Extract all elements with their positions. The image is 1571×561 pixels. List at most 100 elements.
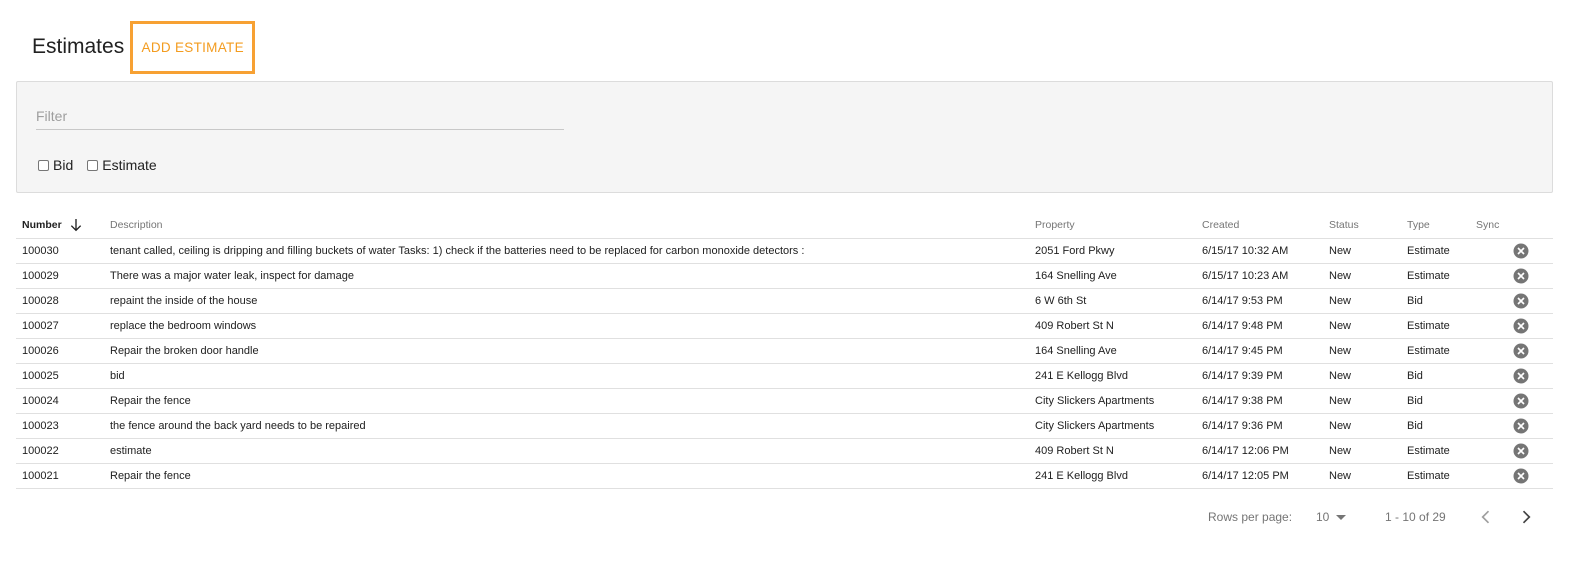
cell-number: 100026 [16,338,110,364]
cell-type: Bid [1407,413,1476,439]
table-row[interactable]: 100022 estimate 409 Robert St N 6/14/17 12:… [16,438,1553,464]
cell-status: New [1329,288,1407,314]
cell-description: repaint the inside of the house [110,288,1035,314]
table-row[interactable]: 100024 Repair the fence City Slickers Apar… [16,388,1553,414]
column-header-number[interactable]: Number [16,212,110,239]
cell-description: bid [110,363,1035,389]
previous-page-button[interactable] [1474,505,1498,529]
cell-description: Repair the broken door handle [110,338,1035,364]
table-row[interactable]: 100030 tenant called, ceiling is dripping… [16,238,1553,264]
cancel-circle-icon[interactable] [1512,367,1530,385]
type-filter-checkboxes: Bid Estimate [38,157,171,173]
cell-number: 100021 [16,463,110,489]
cell-description: tenant called, ceiling is dripping and f… [110,238,1035,264]
cell-created: 6/15/17 10:32 AM [1202,238,1329,264]
rows-per-page-select[interactable]: 10 [1316,505,1347,529]
cell-status: New [1329,438,1407,464]
cell-type: Estimate [1407,313,1476,339]
cell-sync [1476,438,1553,464]
cell-status: New [1329,413,1407,439]
cell-description: replace the bedroom windows [110,313,1035,339]
cell-number: 100024 [16,388,110,414]
add-estimate-button[interactable]: ADD ESTIMATE [130,20,256,74]
cell-status: New [1329,388,1407,414]
pagination-range: 1 - 10 of 29 [1385,510,1446,524]
cell-property: 409 Robert St N [1035,313,1202,339]
cell-property: City Slickers Apartments [1035,413,1202,439]
cell-created: 6/14/17 9:48 PM [1202,313,1329,339]
cell-property: City Slickers Apartments [1035,388,1202,414]
cell-status: New [1329,238,1407,264]
cell-status: New [1329,363,1407,389]
next-page-button[interactable] [1514,505,1538,529]
chevron-right-icon [1522,510,1531,524]
cell-created: 6/14/17 9:45 PM [1202,338,1329,364]
cell-property: 164 Snelling Ave [1035,263,1202,289]
cell-property: 2051 Ford Pkwy [1035,238,1202,264]
cancel-circle-icon[interactable] [1512,267,1530,285]
rows-per-page-label: Rows per page: [1208,510,1293,524]
cancel-circle-icon[interactable] [1512,467,1530,485]
cell-description: Repair the fence [110,388,1035,414]
cell-description: Repair the fence [110,463,1035,489]
bid-checkbox[interactable]: Bid [38,157,73,173]
cell-created: 6/15/17 10:23 AM [1202,263,1329,289]
column-header-status[interactable]: Status [1329,212,1407,239]
table-row[interactable]: 100026 Repair the broken door handle 164 S… [16,338,1553,364]
cell-description: the fence around the back yard needs to … [110,413,1035,439]
estimate-checkbox-label: Estimate [102,157,157,173]
cancel-circle-icon[interactable] [1512,342,1530,360]
column-header-sync[interactable]: Sync [1476,212,1553,239]
cancel-circle-icon[interactable] [1512,417,1530,435]
estimate-checkbox[interactable]: Estimate [87,157,157,173]
cell-sync [1476,288,1553,314]
table-row[interactable]: 100023 the fence around the back yard nee… [16,413,1553,439]
cell-property: 409 Robert St N [1035,438,1202,464]
cell-sync [1476,338,1553,364]
page-header: Estimates ADD ESTIMATE [32,20,256,74]
sort-descending-icon[interactable] [68,217,84,233]
table-row[interactable]: 100028 repaint the inside of the house 6 W… [16,288,1553,314]
page-title: Estimates [32,35,125,58]
cell-number: 100025 [16,363,110,389]
column-header-created[interactable]: Created [1202,212,1329,239]
cell-created: 6/14/17 9:38 PM [1202,388,1329,414]
cell-sync [1476,313,1553,339]
column-header-description[interactable]: Description [110,212,1035,239]
cancel-circle-icon[interactable] [1512,392,1530,410]
cell-type: Bid [1407,388,1476,414]
cell-number: 100022 [16,438,110,464]
column-header-type[interactable]: Type [1407,212,1476,239]
cell-sync [1476,363,1553,389]
estimates-table: Number Description Property Created Stat… [16,212,1553,489]
cancel-circle-icon[interactable] [1512,442,1530,460]
column-header-number-label: Number [22,218,62,231]
cell-number: 100027 [16,313,110,339]
cancel-circle-icon[interactable] [1512,317,1530,335]
checkbox-box-bid[interactable] [38,159,49,171]
column-header-property[interactable]: Property [1035,212,1202,239]
table-row[interactable]: 100025 bid 241 E Kellogg Blvd 6/14/17 9:39 … [16,363,1553,389]
checkbox-box-estimate[interactable] [87,159,99,171]
cell-created: 6/14/17 12:06 PM [1202,438,1329,464]
cancel-circle-icon[interactable] [1512,292,1530,310]
cell-created: 6/14/17 9:36 PM [1202,413,1329,439]
cell-property: 241 E Kellogg Blvd [1035,363,1202,389]
dropdown-caret-icon [1336,514,1347,520]
cell-type: Bid [1407,363,1476,389]
table-header-row: Number Description Property Created Stat… [16,212,1553,239]
cell-sync [1476,238,1553,264]
table-row[interactable]: 100021 Repair the fence 241 E Kellogg Blvd… [16,463,1553,489]
filter-input[interactable] [36,102,564,130]
cell-type: Estimate [1407,238,1476,264]
cancel-circle-icon[interactable] [1512,242,1530,260]
cell-description: estimate [110,438,1035,464]
cell-created: 6/14/17 12:05 PM [1202,463,1329,489]
cell-sync [1476,463,1553,489]
cell-sync [1476,413,1553,439]
table-row[interactable]: 100027 replace the bedroom windows 409 Rob… [16,313,1553,339]
cell-property: 241 E Kellogg Blvd [1035,463,1202,489]
table-row[interactable]: 100029 There was a major water leak, insp… [16,263,1553,289]
cell-type: Estimate [1407,438,1476,464]
cell-number: 100023 [16,413,110,439]
